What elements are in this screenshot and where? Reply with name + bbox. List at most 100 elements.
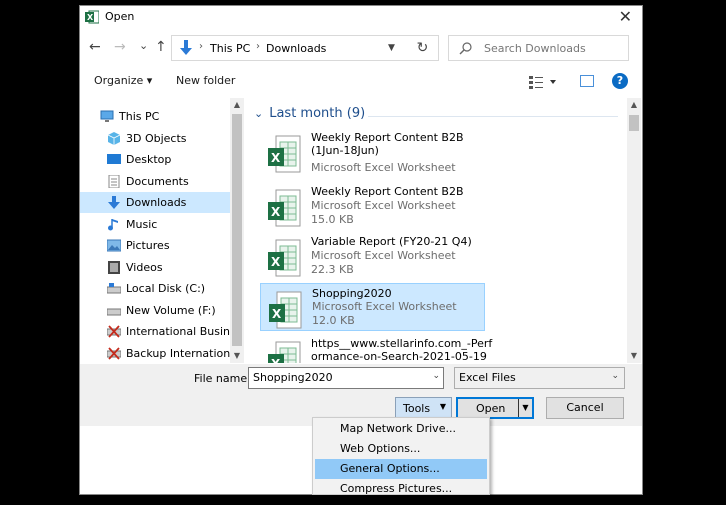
- file-name-label: File name:: [194, 372, 251, 385]
- title-bar: X Open ✕: [80, 6, 642, 28]
- chevron-down-icon[interactable]: ⌄: [611, 371, 619, 381]
- 3d-objects-icon: [107, 132, 121, 145]
- file-type: Microsoft Excel Worksheet: [312, 300, 457, 313]
- open-button[interactable]: Open ▼: [456, 397, 534, 419]
- sidebar-item-desktop[interactable]: Desktop: [80, 149, 230, 170]
- file-type-filter[interactable]: Excel Files ⌄: [454, 367, 625, 389]
- scroll-down-icon[interactable]: ▼: [230, 349, 244, 363]
- search-input[interactable]: Search Downloads: [448, 35, 629, 61]
- svg-text:X: X: [271, 151, 281, 165]
- sidebar-item-this-pc[interactable]: This PC: [80, 106, 230, 127]
- file-type: Microsoft Excel Worksheet: [311, 199, 456, 212]
- excel-file-icon: X: [268, 135, 301, 173]
- group-divider: [368, 116, 618, 117]
- file-item[interactable]: X Variable Report (FY20-21 Q4) Microsoft…: [260, 232, 485, 280]
- file-name: Shopping2020: [312, 287, 392, 300]
- close-icon[interactable]: ✕: [619, 7, 632, 26]
- sidebar-item-label: Pictures: [126, 239, 170, 252]
- file-type-filter-value: Excel Files: [459, 371, 516, 384]
- menu-item-general-options[interactable]: General Options...: [315, 459, 487, 479]
- file-name: Weekly Report Content B2B: [311, 185, 464, 198]
- sidebar-item-label: 3D Objects: [126, 132, 187, 145]
- svg-text:X: X: [271, 357, 281, 363]
- group-header[interactable]: ⌄ Last month (9): [254, 106, 365, 121]
- sidebar-item-pictures[interactable]: Pictures: [80, 235, 230, 256]
- breadcrumb-this-pc[interactable]: This PC: [210, 42, 250, 55]
- network-drive-icon: [107, 347, 121, 360]
- recent-locations-icon[interactable]: ⌄: [139, 39, 148, 52]
- search-placeholder: Search Downloads: [484, 42, 586, 55]
- file-name-field[interactable]: Shopping2020 ⌄: [248, 367, 444, 389]
- change-view-icon[interactable]: [528, 74, 558, 90]
- chevron-down-icon[interactable]: ⌄: [254, 107, 263, 120]
- pc-icon: [100, 110, 114, 122]
- open-button-label: Open: [476, 402, 506, 415]
- sidebar-item-new-volume-f[interactable]: New Volume (F:): [80, 300, 230, 321]
- file-item-selected[interactable]: X Shopping2020 Microsoft Excel Worksheet…: [260, 283, 485, 331]
- file-name: Weekly Report Content B2B (1Jun-18Jun): [311, 131, 464, 157]
- svg-text:X: X: [272, 307, 282, 321]
- excel-file-icon: X: [269, 291, 302, 329]
- file-item[interactable]: X Weekly Report Content B2B (1Jun-18Jun)…: [260, 128, 485, 176]
- up-arrow-icon[interactable]: ↑: [155, 39, 167, 55]
- menu-item-compress-pictures[interactable]: Compress Pictures...: [313, 479, 489, 494]
- scroll-up-icon[interactable]: ▲: [627, 98, 641, 112]
- cancel-button[interactable]: Cancel: [546, 397, 624, 419]
- sidebar-item-label: New Volume (F:): [126, 304, 216, 317]
- sidebar-item-international-business[interactable]: International Business: [80, 321, 244, 342]
- sidebar-item-label: Documents: [126, 175, 189, 188]
- documents-icon: [108, 175, 120, 188]
- sidebar-item-label: Local Disk (C:): [126, 282, 206, 295]
- menu-item-map-network-drive[interactable]: Map Network Drive...: [313, 419, 489, 439]
- navigation-scrollbar[interactable]: ▲ ▼: [230, 98, 244, 363]
- scroll-down-icon[interactable]: ▼: [627, 349, 641, 363]
- network-drive-icon: [107, 325, 121, 338]
- sidebar-item-videos[interactable]: Videos: [80, 257, 230, 278]
- file-name: Variable Report (FY20-21 Q4): [311, 235, 472, 248]
- sidebar-item-backup-international[interactable]: Backup International I: [80, 343, 244, 363]
- tools-button[interactable]: Tools ▼: [395, 397, 452, 419]
- scroll-up-icon[interactable]: ▲: [230, 98, 244, 112]
- breadcrumb-downloads[interactable]: Downloads: [266, 42, 326, 55]
- file-list-scrollbar[interactable]: ▲ ▼: [627, 98, 641, 363]
- chevron-down-icon[interactable]: ⌄: [432, 371, 440, 381]
- sidebar-item-local-disk-c[interactable]: Local Disk (C:): [80, 278, 230, 299]
- file-name: https__www.stellarinfo.com_-Perf ormance…: [311, 337, 493, 363]
- excel-file-icon: X: [268, 341, 301, 363]
- sidebar-item-music[interactable]: Music: [80, 214, 230, 235]
- file-item[interactable]: X https__www.stellarinfo.com_-Perf orman…: [260, 334, 492, 363]
- downloads-icon: [180, 40, 192, 55]
- sidebar-item-documents[interactable]: Documents: [80, 171, 230, 192]
- address-bar[interactable]: › This PC › Downloads ▼: [171, 35, 439, 61]
- file-size: 12.0 KB: [312, 314, 355, 327]
- search-icon: [459, 42, 472, 55]
- address-dropdown-icon[interactable]: ▼: [378, 36, 404, 60]
- new-folder-button[interactable]: New folder: [176, 74, 235, 87]
- forward-arrow-icon[interactable]: →: [114, 39, 126, 55]
- excel-file-icon: X: [268, 189, 301, 227]
- sidebar-item-3d-objects[interactable]: 3D Objects: [80, 128, 230, 149]
- svg-text:X: X: [87, 13, 94, 22]
- sidebar-item-label: International Business: [126, 325, 244, 338]
- sidebar-item-label: Desktop: [126, 153, 172, 166]
- tools-menu: Map Network Drive... Web Options... Gene…: [312, 417, 490, 495]
- menu-item-web-options[interactable]: Web Options...: [313, 439, 489, 459]
- back-arrow-icon[interactable]: ←: [89, 39, 101, 55]
- file-type: Microsoft Excel Worksheet: [311, 249, 456, 262]
- open-dropdown-arrow-icon[interactable]: ▼: [518, 399, 532, 417]
- scrollbar-thumb[interactable]: [232, 114, 242, 346]
- command-toolbar: Organize ▾ New folder ?: [80, 68, 642, 96]
- preview-pane-icon[interactable]: [580, 75, 594, 87]
- help-icon[interactable]: ?: [612, 73, 628, 89]
- drive-icon: [107, 283, 121, 294]
- pictures-icon: [107, 239, 121, 252]
- file-name-value: Shopping2020: [253, 371, 333, 384]
- organize-button[interactable]: Organize ▾: [94, 74, 152, 87]
- music-icon: [108, 219, 118, 231]
- sidebar-item-label: Downloads: [126, 196, 187, 209]
- sidebar-item-downloads[interactable]: Downloads: [80, 192, 230, 213]
- file-item[interactable]: X Weekly Report Content B2B Microsoft Ex…: [260, 182, 485, 230]
- scrollbar-thumb[interactable]: [629, 115, 639, 131]
- refresh-icon[interactable]: ↻: [407, 35, 439, 61]
- desktop-icon: [107, 154, 121, 164]
